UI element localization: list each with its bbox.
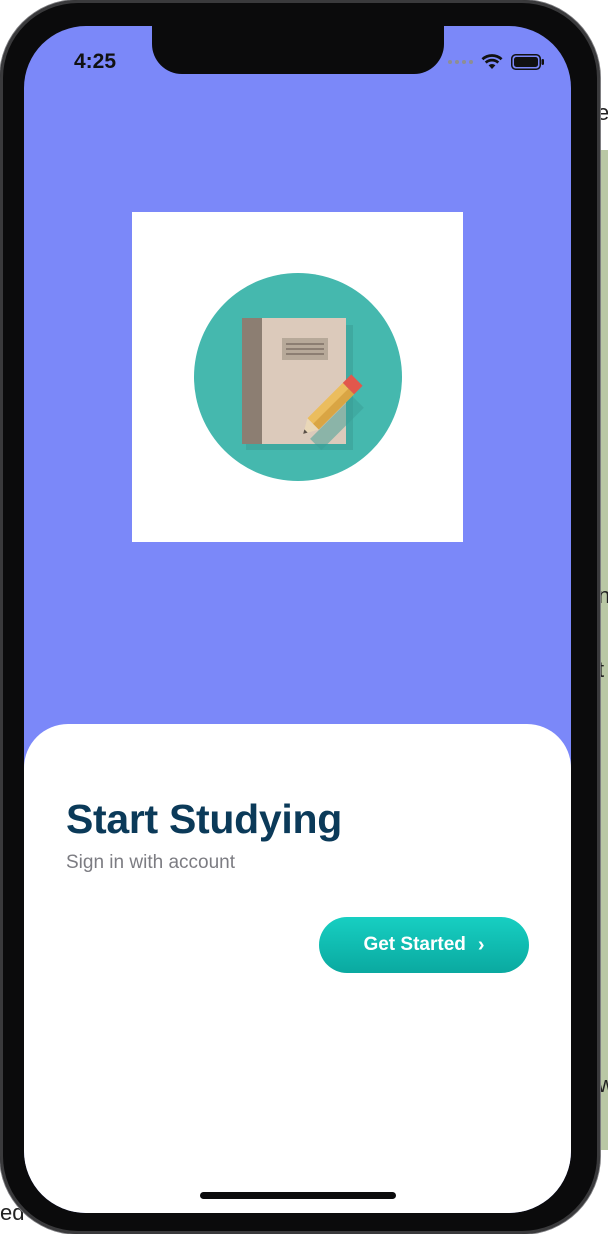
card-subtitle: Sign in with account bbox=[66, 852, 235, 873]
hero-image bbox=[132, 212, 463, 542]
status-icons bbox=[448, 54, 545, 70]
status-time: 4:25 bbox=[74, 50, 117, 73]
phone-frame: 4:25 Start Studying Sign in with account… bbox=[0, 0, 600, 1234]
chevron-right-icon: › bbox=[477, 934, 485, 956]
home-indicator[interactable] bbox=[200, 1192, 396, 1199]
app-screen: 4:25 Start Studying Sign in with account… bbox=[24, 26, 571, 1213]
card-title: Start Studying bbox=[66, 796, 342, 842]
device-notch bbox=[152, 26, 444, 74]
battery-icon bbox=[511, 54, 545, 70]
wifi-icon bbox=[481, 54, 503, 70]
start-card: Start Studying Sign in with account Get … bbox=[24, 724, 571, 1213]
get-started-label: Get Started bbox=[363, 934, 466, 955]
get-started-button[interactable]: Get Started › bbox=[319, 917, 529, 973]
cellular-signal-icon bbox=[448, 60, 473, 64]
notebook-and-pencil-icon bbox=[194, 273, 402, 481]
